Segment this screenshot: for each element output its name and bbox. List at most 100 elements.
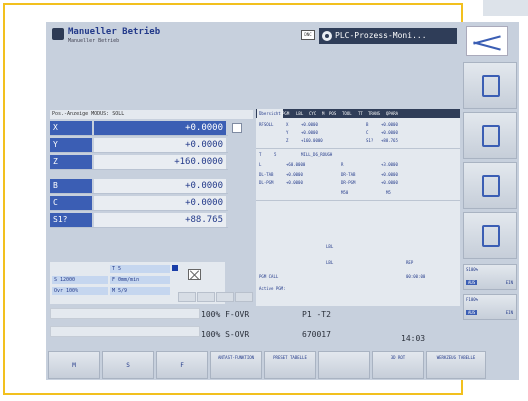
off-label: AUS	[466, 280, 478, 285]
vertical-key-3[interactable]	[463, 162, 517, 209]
rp-value: +0.0000	[286, 172, 303, 177]
override-pct: S100%	[466, 267, 479, 272]
rp-label: T	[259, 152, 262, 157]
axis-row-c[interactable]: C +0.0000	[50, 196, 228, 211]
tab-pos[interactable]: POS	[329, 109, 336, 118]
title-bar: Manueller Betrieb Manueller Betrieb DNC …	[46, 22, 460, 106]
tool-number: T 5	[110, 265, 170, 273]
rp-time: 00:00:00	[406, 274, 426, 279]
rp-label: DR-TAB	[341, 172, 356, 177]
tab-lbl[interactable]: LBL	[296, 109, 303, 118]
override-pct: F100%	[466, 297, 479, 302]
rp-active-pgm: Active PGM:	[259, 286, 286, 291]
rp-axis: B	[366, 122, 369, 127]
axis-value: +0.0000	[94, 179, 226, 193]
rp-value: 5	[274, 152, 277, 157]
tab-overview[interactable]: Übersicht	[257, 109, 283, 118]
axis-row-z[interactable]: Z +160.0000	[50, 155, 228, 170]
rp-axis: C	[366, 130, 369, 135]
axis-row-y[interactable]: Y +0.0000	[50, 138, 228, 153]
rp-label: R	[341, 162, 344, 167]
softkey-preset-table[interactable]: PRESET TABELLE	[264, 351, 316, 379]
softkey-f[interactable]: F	[156, 351, 208, 379]
tab-qpara[interactable]: QPARA	[386, 109, 398, 118]
rp-value: +0.0000	[381, 130, 398, 135]
rp-tool-name: MILL_D6_ROUGH	[301, 152, 333, 157]
axis-label: Z	[50, 155, 92, 169]
softkey-3d-rot[interactable]: 3D ROT	[372, 351, 424, 379]
axis-value: +0.0000	[94, 138, 226, 152]
tab-tt[interactable]: TT	[358, 109, 363, 118]
tab-m[interactable]: M	[322, 109, 324, 118]
status-boxes	[178, 287, 254, 302]
on-label: EIN	[505, 280, 513, 285]
rp-axis: Z	[286, 138, 289, 143]
vertical-softkey-bar: S100% AUS EIN F100% AUS EIN	[460, 22, 519, 349]
tab-pgm[interactable]: PGM	[282, 109, 289, 118]
s-ovr-label: 100% S-OVR	[201, 330, 250, 339]
override-value: Ovr 100%	[52, 287, 108, 295]
plc-monitor-tab[interactable]: PLC-Prozess-Moni...	[319, 28, 457, 44]
counter-value: 670017	[302, 330, 331, 339]
vertical-key-1[interactable]	[463, 62, 517, 109]
tab-trans[interactable]: TRANS	[368, 109, 380, 118]
tab-cyc[interactable]: CYC	[309, 109, 316, 118]
dnc-icon[interactable]: DNC	[301, 30, 315, 40]
softkey-label: F	[180, 362, 184, 369]
rp-value: +0.0000	[301, 130, 318, 135]
s-ovr-bar	[50, 326, 200, 337]
softkey-label: 3D ROT	[390, 355, 406, 360]
feed-rate: F 0mm/min	[110, 276, 170, 284]
f-ovr-bar	[50, 308, 200, 319]
rp-value: +0.0000	[381, 172, 398, 177]
probe-icon	[482, 175, 500, 197]
softkey-label: ANTAST-FUNKTION	[217, 355, 255, 360]
axis-label: B	[50, 179, 92, 193]
rp-lbl-label: LBL	[326, 244, 334, 249]
clock: 14:03	[401, 334, 426, 343]
camera-icon[interactable]	[232, 123, 242, 133]
tool-icon	[482, 225, 500, 247]
softkey-label: M	[72, 362, 76, 369]
softkey-probe-function[interactable]: ANTAST-FUNKTION	[210, 351, 262, 379]
rp-pgm-call: PGM CALL	[259, 274, 279, 279]
softkey-tool-table[interactable]: WERKZEUG TABELLE	[426, 351, 486, 379]
rp-label: DL-PGM	[259, 180, 274, 185]
axis-row-s1[interactable]: S1? +88.765	[50, 213, 228, 228]
rp-value: +160.0000	[301, 138, 323, 143]
rp-value: +0.0000	[381, 180, 398, 185]
softkey-empty[interactable]	[318, 351, 370, 379]
vertical-key-4[interactable]	[463, 212, 517, 259]
tab-tool[interactable]: TOOL	[342, 109, 352, 118]
rp-value: +0.0000	[381, 122, 398, 127]
plc-icon	[322, 31, 332, 41]
axis-value: +160.0000	[94, 155, 226, 169]
rp-axis: Y	[286, 130, 289, 135]
rp-lbl-label: LBL	[326, 260, 334, 265]
control-screen: Manueller Betrieb Manueller Betrieb DNC …	[46, 22, 519, 380]
vertical-key-2[interactable]	[463, 112, 517, 159]
softkey-label: WERKZEUG TABELLE	[436, 355, 476, 360]
feed-override-key[interactable]: F100% AUS EIN	[463, 294, 517, 320]
rp-value: +0.0000	[286, 180, 303, 185]
axis-label: Y	[50, 138, 92, 152]
status-tabs: Übersicht PGM LBL CYC M POS TOOL TT TRAN…	[256, 109, 460, 118]
rp-value: +0.0000	[301, 122, 318, 127]
rp-label: L	[259, 162, 262, 167]
axis-label: S1?	[50, 213, 92, 227]
rp-label: DL-TAB	[259, 172, 274, 177]
p1-value: P1 -T2	[302, 310, 331, 319]
window-title: Manueller Betrieb	[68, 27, 161, 37]
status-dot-icon	[172, 265, 178, 271]
axis-row-b[interactable]: B +0.0000	[50, 179, 228, 194]
axis-row-x[interactable]: X +0.0000	[50, 121, 228, 136]
close-box-icon[interactable]	[188, 269, 201, 280]
spindle-override-key[interactable]: S100% AUS EIN	[463, 264, 517, 290]
softkey-s[interactable]: S	[102, 351, 154, 379]
softkey-m[interactable]: M	[48, 351, 100, 379]
rp-value: +88.765	[381, 138, 398, 143]
on-label: EIN	[505, 310, 513, 315]
rp-label: RFSOLL	[259, 122, 274, 127]
heidenhain-logo-icon	[466, 26, 508, 56]
f-ovr-label: 100% F-OVR	[201, 310, 250, 319]
